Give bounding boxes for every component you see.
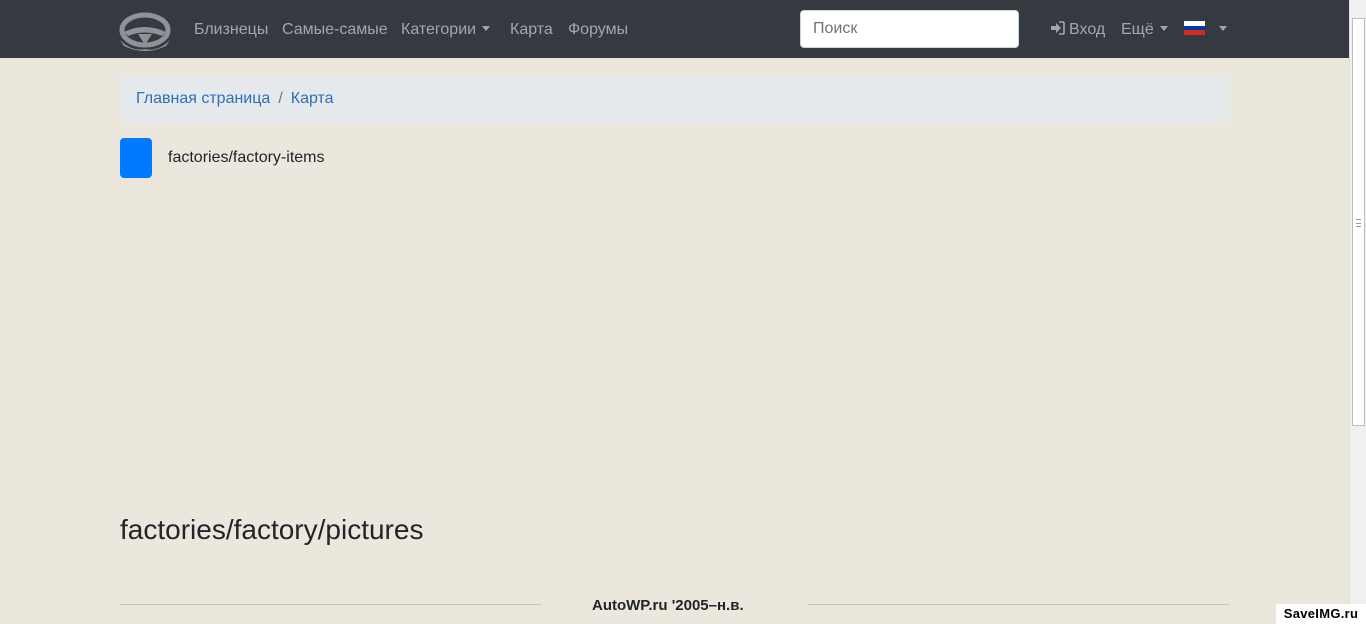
login-link[interactable]: Вход: [1050, 20, 1105, 40]
breadcrumb-home-link[interactable]: Главная страница: [136, 90, 270, 108]
breadcrumb: Главная страница / Карта: [120, 75, 1230, 123]
map-item[interactable]: factories/factory-items: [120, 138, 324, 178]
nav-link-twins[interactable]: Близнецы: [194, 20, 268, 40]
language-chevron-down-icon[interactable]: [1219, 26, 1227, 31]
chevron-down-icon: [1159, 26, 1168, 31]
nav-link-forums[interactable]: Форумы: [568, 20, 628, 40]
footer-divider-left: [120, 604, 541, 605]
chevron-down-icon: [482, 26, 491, 31]
watermark: SaveIMG.ru: [1276, 604, 1366, 624]
scrollbar-grip-icon: [1356, 219, 1361, 227]
vertical-scrollbar[interactable]: [1349, 0, 1366, 624]
scrollbar-thumb[interactable]: [1352, 18, 1365, 426]
top-navbar: Близнецы Самые-самые Категории Карта Фор…: [0, 0, 1349, 58]
sign-in-icon: [1051, 21, 1065, 35]
more-dropdown[interactable]: Ещё: [1121, 20, 1168, 40]
russian-flag-icon[interactable]: [1184, 21, 1205, 35]
nav-categories-label: Категории: [401, 21, 477, 38]
steering-wheel-logo-icon[interactable]: [118, 12, 172, 52]
search-input[interactable]: [800, 10, 1019, 48]
nav-dropdown-categories[interactable]: Категории: [401, 20, 491, 40]
breadcrumb-separator: /: [278, 90, 283, 107]
more-label: Ещё: [1121, 21, 1154, 38]
nav-link-mosts[interactable]: Самые-самые: [282, 20, 388, 40]
breadcrumb-map-link[interactable]: Карта: [291, 90, 334, 108]
footer-copyright: AutoWP.ru '2005–н.в.: [592, 597, 744, 614]
nav-link-map[interactable]: Карта: [510, 20, 553, 40]
login-label: Вход: [1069, 21, 1106, 38]
section-heading: factories/factory/pictures: [120, 514, 424, 545]
map-item-label[interactable]: factories/factory-items: [168, 149, 324, 167]
footer-divider-right: [808, 604, 1229, 605]
map-item-color-box: [120, 138, 152, 178]
